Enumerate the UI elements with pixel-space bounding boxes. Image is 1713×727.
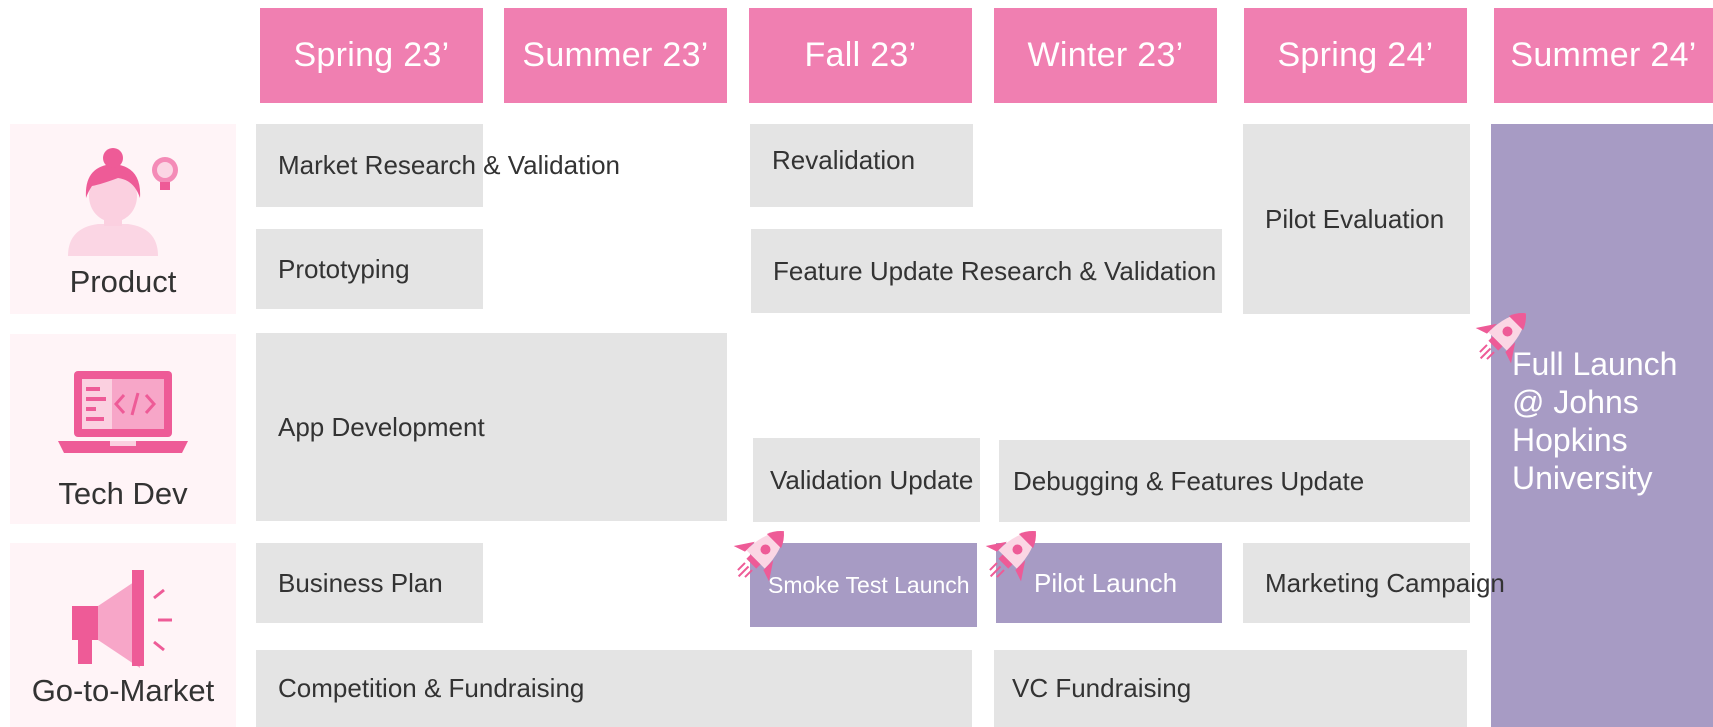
rocket-icon xyxy=(985,531,1036,582)
header-spring-23: Spring 23’ xyxy=(260,8,483,103)
task-marketing-campaign: Marketing Campaign xyxy=(1243,543,1505,623)
task-label: Prototyping xyxy=(278,253,410,284)
milestone-label: Pilot Launch xyxy=(1034,567,1178,598)
header-spring-24: Spring 24’ xyxy=(1244,8,1467,103)
task-vc-fundraising: VC Fundraising xyxy=(994,650,1467,727)
rocket-icon xyxy=(733,531,784,582)
category-product: Product xyxy=(10,124,236,314)
megaphone-icon xyxy=(72,570,172,668)
full-launch-line: @ Johns xyxy=(1512,384,1639,420)
task-label: VC Fundraising xyxy=(1012,673,1192,703)
header-summer-24: Summer 24’ xyxy=(1494,8,1713,103)
task-label: Revalidation xyxy=(772,145,916,175)
task-label: App Development xyxy=(278,411,485,442)
task-label: Validation Update xyxy=(770,464,974,495)
rocket-icon xyxy=(1475,313,1526,364)
task-feature-update: Feature Update Research & Validation xyxy=(751,229,1222,313)
task-app-development: App Development xyxy=(256,333,727,521)
category-tech: Tech Dev xyxy=(10,334,236,524)
task-label: Business Plan xyxy=(278,567,443,598)
task-prototyping: Prototyping xyxy=(256,229,483,309)
task-market-research: Market Research & Validation xyxy=(256,124,620,207)
task-label: Feature Update Research & Validation xyxy=(773,255,1217,286)
task-label: Competition & Fundraising xyxy=(278,673,585,703)
task-label: Market Research & Validation xyxy=(278,150,621,180)
header-fall-23: Fall 23’ xyxy=(749,8,972,103)
category-label-gtm: Go-to-Market xyxy=(31,673,215,708)
category-label-product: Product xyxy=(69,264,177,299)
full-launch-line: University xyxy=(1512,460,1653,496)
header-summer-23: Summer 23’ xyxy=(504,8,727,103)
task-label: Marketing Campaign xyxy=(1265,567,1505,598)
task-competition: Competition & Fundraising xyxy=(256,650,972,727)
task-pilot-evaluation: Pilot Evaluation xyxy=(1243,124,1470,314)
task-business-plan: Business Plan xyxy=(256,543,483,623)
task-label: Pilot Evaluation xyxy=(1265,203,1445,234)
task-revalidation: Revalidation xyxy=(750,124,973,207)
full-launch-line: Hopkins xyxy=(1512,422,1628,458)
laptop-code-icon xyxy=(58,371,188,453)
category-gtm: Go-to-Market xyxy=(10,543,236,727)
task-label: Debugging & Features Update xyxy=(1013,465,1365,496)
header-winter-23: Winter 23’ xyxy=(994,8,1217,103)
category-label-tech: Tech Dev xyxy=(58,476,188,511)
task-debugging: Debugging & Features Update xyxy=(999,440,1470,522)
woman-lightbulb-icon xyxy=(68,148,178,256)
task-validation-update: Validation Update xyxy=(753,438,980,522)
